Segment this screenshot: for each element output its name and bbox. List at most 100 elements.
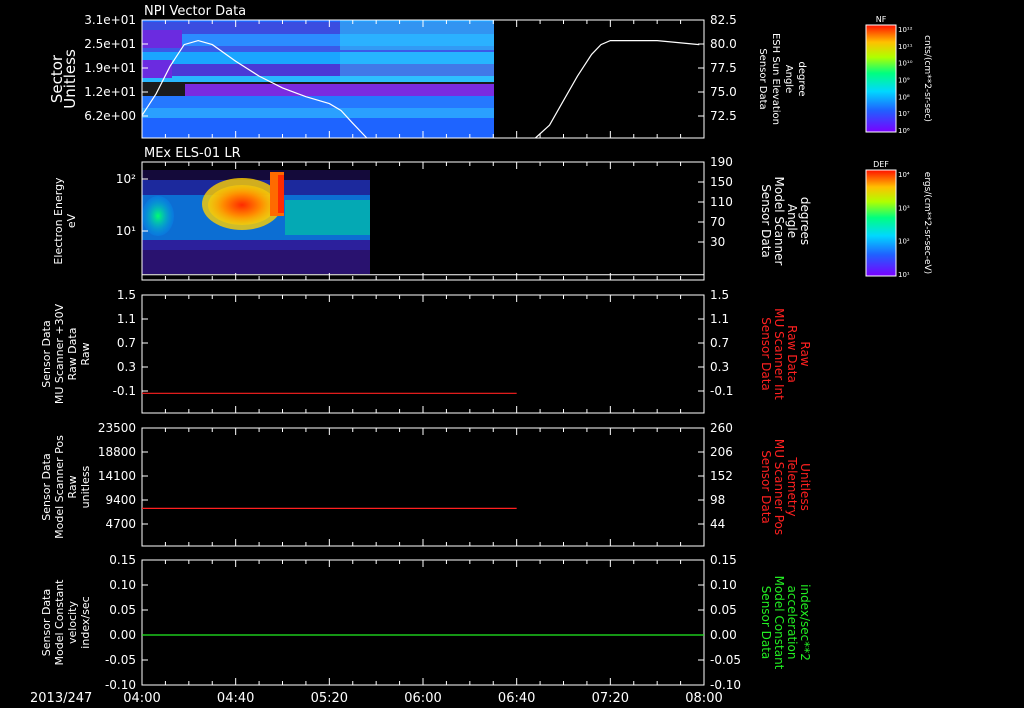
left-axis-label: velocity (66, 601, 79, 644)
y-tick-label-right: 75.0 (710, 85, 737, 99)
right-axis-label: Sensor Data (759, 586, 773, 660)
panel-title: NPI Vector Data (144, 4, 246, 19)
panel-frame (141, 559, 705, 686)
y-tick-label-right: 110 (710, 195, 733, 209)
colorbar-label: DEF (873, 160, 889, 169)
colorbar (865, 24, 897, 133)
y-tick-label: -0.1 (113, 384, 136, 398)
y-tick-label: 14100 (98, 469, 136, 483)
left-axis-label: eV (65, 213, 78, 228)
y-tick-label-right: -0.1 (710, 384, 733, 398)
y-tick-label-right: 70 (710, 215, 725, 229)
colorbar-tick: 10⁹ (898, 77, 910, 85)
left-axis-label: Electron Energy (52, 177, 65, 265)
colorbar-label: NF (876, 15, 887, 24)
y-tick-label: -0.10 (105, 678, 136, 692)
y-tick-label: 0.10 (109, 578, 136, 592)
right-axis-label: Model Scanner (772, 177, 786, 266)
plot-canvas: NPI Vector Data 3.1e+01 2.5e+01 1.9e+01 1.2e… (30, 4, 932, 706)
right-axis-label: Model Constant (772, 576, 786, 670)
left-axis-label: MU Scanner +30V (53, 303, 66, 404)
right-axis-label: Angle (785, 204, 799, 238)
y-tick-label: 0.05 (109, 603, 136, 617)
right-axis-label: acceleration (785, 586, 799, 660)
panel-frame (141, 427, 705, 547)
npi-vector-heatmap (142, 20, 494, 138)
left-axis-label: index/sec (79, 596, 92, 648)
y-tick-label-right: 80.0 (710, 37, 737, 51)
x-tick-label: 07:20 (592, 691, 629, 706)
y-tick-label-right: 152 (710, 469, 733, 483)
y-tick-label: 1.5 (117, 288, 136, 302)
y-tick-label-right: 0.15 (710, 553, 737, 567)
y-tick-label: 3.1e+01 (84, 13, 136, 27)
y-tick-label: 0.7 (117, 336, 136, 350)
right-axis-label: Sensor Data (759, 317, 773, 391)
y-tick-label: 18800 (98, 445, 136, 459)
left-axis-label: Raw Data (66, 328, 79, 381)
left-axis-label: Sensor Data (40, 589, 53, 656)
y-tick-label: 4700 (105, 517, 136, 531)
right-axis-label: Angle (783, 65, 794, 93)
colorbar-tick: 10⁶ (898, 127, 910, 135)
right-axis-label: index/sec**2 (798, 584, 812, 661)
colorbar-tick: 10² (898, 238, 910, 246)
colorbar (865, 169, 897, 277)
colorbar-tick: 10¹⁰ (898, 60, 913, 68)
y-tick-label: 23500 (98, 421, 136, 435)
y-tick-label-right: 1.5 (710, 288, 729, 302)
left-axis-label: Sensor Data (40, 453, 53, 520)
right-axis-label: MU Scanner Pos (772, 439, 786, 535)
y-tick-label-right: 150 (710, 175, 733, 189)
left-axis-label: Sensor Data (40, 320, 53, 387)
x-tick-label: 04:40 (217, 691, 254, 706)
colorbar-tick: 10³ (898, 204, 910, 212)
right-axis-label: Sensor Data (757, 48, 768, 109)
sun-elevation-trace (534, 39, 700, 139)
y-tick-label-right: -0.10 (710, 678, 741, 692)
y-tick-label: -0.05 (105, 653, 136, 667)
y-tick-label: 6.2e+00 (84, 109, 136, 123)
y-tick-label-right: 206 (710, 445, 733, 459)
colorbar-unit: cnts/(cm**2-sr-sec) (922, 35, 932, 122)
date-label: 2013/247 (30, 691, 92, 706)
right-axis-label: Sensor Data (759, 450, 773, 524)
right-axis-label: Sensor Data (759, 184, 773, 258)
y-tick-label-right: 0.7 (710, 336, 729, 350)
y-tick-label: 10¹ (116, 224, 136, 238)
x-tick-label: 08:00 (685, 691, 722, 706)
y-tick-label-right: 0.3 (710, 360, 729, 374)
right-axis-label: Raw (798, 341, 812, 366)
x-tick-label: 06:00 (404, 691, 441, 706)
x-tick-label: 06:40 (498, 691, 535, 706)
colorbar-unit: ergs/(cm**2-sr-sec-eV) (922, 172, 932, 274)
colorbar-tick: 10⁴ (898, 171, 910, 179)
right-axis-label: degree (796, 61, 807, 96)
y-tick-label: 1.2e+01 (84, 85, 136, 99)
left-axis-label: Raw (66, 475, 79, 498)
left-axis-label: Model Constant (53, 579, 66, 666)
panel-title: MEx ELS-01 LR (144, 146, 241, 161)
colorbar-tick: 10¹¹ (898, 43, 913, 51)
panel-frame (141, 294, 705, 414)
y-tick-label-right: 72.5 (710, 109, 737, 123)
right-axis-label: Unitless (798, 463, 812, 511)
left-axis-label: Unitless (61, 49, 79, 109)
y-tick-label-right: 82.5 (710, 13, 737, 27)
y-tick-label-right: 44 (710, 517, 725, 531)
y-tick-label-right: 0.10 (710, 578, 737, 592)
y-tick-label: 0.3 (117, 360, 136, 374)
y-tick-label-right: 0.05 (710, 603, 737, 617)
left-axis-label: unitless (79, 465, 92, 508)
y-tick-label: 10² (116, 172, 136, 186)
y-tick-label-right: 98 (710, 493, 725, 507)
left-axis-label: Raw (79, 342, 92, 365)
y-tick-label-right: 190 (710, 155, 733, 169)
y-tick-label-right: 1.1 (710, 312, 729, 326)
right-axis-label: Raw Data (785, 325, 799, 383)
right-axis-label: Telemetry (785, 456, 799, 516)
y-tick-label-right: 30 (710, 235, 725, 249)
colorbar-tick: 10¹ (898, 271, 910, 279)
y-tick-label: 0.00 (109, 628, 136, 642)
y-tick-label: 2.5e+01 (84, 37, 136, 51)
